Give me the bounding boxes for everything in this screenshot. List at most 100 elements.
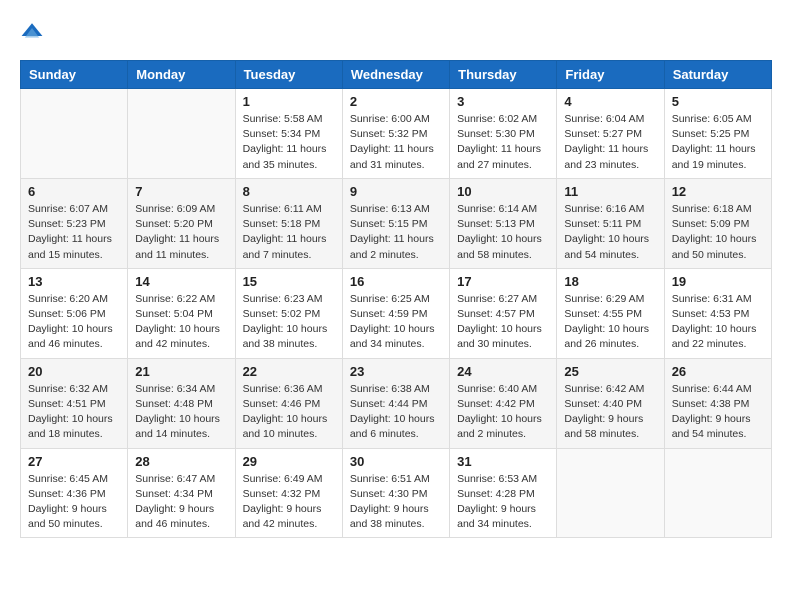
- day-number: 12: [672, 184, 764, 199]
- calendar-table: SundayMondayTuesdayWednesdayThursdayFrid…: [20, 60, 772, 538]
- day-number: 9: [350, 184, 442, 199]
- day-number: 27: [28, 454, 120, 469]
- logo-icon: [20, 20, 44, 44]
- cell-info: Sunrise: 6:49 AM Sunset: 4:32 PM Dayligh…: [243, 472, 335, 533]
- calendar-cell: 4 Sunrise: 6:04 AM Sunset: 5:27 PM Daylig…: [557, 89, 664, 179]
- calendar-cell: 22 Sunrise: 6:36 AM Sunset: 4:46 PM Dayli…: [235, 358, 342, 448]
- cell-info: Sunrise: 6:16 AM Sunset: 5:11 PM Dayligh…: [564, 202, 656, 263]
- day-number: 29: [243, 454, 335, 469]
- cell-info: Sunrise: 6:38 AM Sunset: 4:44 PM Dayligh…: [350, 382, 442, 443]
- cell-info: Sunrise: 6:32 AM Sunset: 4:51 PM Dayligh…: [28, 382, 120, 443]
- calendar-cell: 31 Sunrise: 6:53 AM Sunset: 4:28 PM Dayli…: [450, 448, 557, 538]
- cell-info: Sunrise: 6:31 AM Sunset: 4:53 PM Dayligh…: [672, 292, 764, 353]
- calendar-cell: 8 Sunrise: 6:11 AM Sunset: 5:18 PM Daylig…: [235, 178, 342, 268]
- day-number: 31: [457, 454, 549, 469]
- cell-info: Sunrise: 6:40 AM Sunset: 4:42 PM Dayligh…: [457, 382, 549, 443]
- calendar-cell: 27Sunrise: 6:45 AM Sunset: 4:36 PM Dayli…: [21, 448, 128, 538]
- calendar-week-row: 1 Sunrise: 5:58 AM Sunset: 5:34 PM Daylig…: [21, 89, 772, 179]
- calendar-cell: [21, 89, 128, 179]
- calendar-week-row: 27Sunrise: 6:45 AM Sunset: 4:36 PM Dayli…: [21, 448, 772, 538]
- calendar-cell: 23 Sunrise: 6:38 AM Sunset: 4:44 PM Dayli…: [342, 358, 449, 448]
- calendar-cell: 18Sunrise: 6:29 AM Sunset: 4:55 PM Dayli…: [557, 268, 664, 358]
- calendar-cell: 6 Sunrise: 6:07 AM Sunset: 5:23 PM Daylig…: [21, 178, 128, 268]
- day-number: 22: [243, 364, 335, 379]
- calendar-header-row: SundayMondayTuesdayWednesdayThursdayFrid…: [21, 61, 772, 89]
- calendar-cell: 11 Sunrise: 6:16 AM Sunset: 5:11 PM Dayli…: [557, 178, 664, 268]
- column-header-thursday: Thursday: [450, 61, 557, 89]
- logo: [20, 20, 48, 44]
- day-number: 3: [457, 94, 549, 109]
- day-number: 20: [28, 364, 120, 379]
- cell-info: Sunrise: 6:11 AM Sunset: 5:18 PM Dayligh…: [243, 202, 335, 263]
- day-number: 14: [135, 274, 227, 289]
- calendar-cell: 2 Sunrise: 6:00 AM Sunset: 5:32 PM Daylig…: [342, 89, 449, 179]
- column-header-wednesday: Wednesday: [342, 61, 449, 89]
- page-header: [20, 20, 772, 44]
- day-number: 6: [28, 184, 120, 199]
- day-number: 7: [135, 184, 227, 199]
- cell-info: Sunrise: 6:34 AM Sunset: 4:48 PM Dayligh…: [135, 382, 227, 443]
- calendar-cell: 30 Sunrise: 6:51 AM Sunset: 4:30 PM Dayli…: [342, 448, 449, 538]
- day-number: 1: [243, 94, 335, 109]
- day-number: 24: [457, 364, 549, 379]
- calendar-cell: 15 Sunrise: 6:23 AM Sunset: 5:02 PM Dayli…: [235, 268, 342, 358]
- cell-info: Sunrise: 6:23 AM Sunset: 5:02 PM Dayligh…: [243, 292, 335, 353]
- calendar-week-row: 13Sunrise: 6:20 AM Sunset: 5:06 PM Dayli…: [21, 268, 772, 358]
- calendar-cell: 12Sunrise: 6:18 AM Sunset: 5:09 PM Dayli…: [664, 178, 771, 268]
- cell-info: Sunrise: 6:14 AM Sunset: 5:13 PM Dayligh…: [457, 202, 549, 263]
- day-number: 25: [564, 364, 656, 379]
- day-number: 10: [457, 184, 549, 199]
- calendar-cell: 14Sunrise: 6:22 AM Sunset: 5:04 PM Dayli…: [128, 268, 235, 358]
- cell-info: Sunrise: 6:44 AM Sunset: 4:38 PM Dayligh…: [672, 382, 764, 443]
- column-header-sunday: Sunday: [21, 61, 128, 89]
- cell-info: Sunrise: 6:05 AM Sunset: 5:25 PM Dayligh…: [672, 112, 764, 173]
- calendar-cell: [128, 89, 235, 179]
- day-number: 26: [672, 364, 764, 379]
- cell-info: Sunrise: 6:09 AM Sunset: 5:20 PM Dayligh…: [135, 202, 227, 263]
- calendar-cell: 3Sunrise: 6:02 AM Sunset: 5:30 PM Daylig…: [450, 89, 557, 179]
- cell-info: Sunrise: 6:27 AM Sunset: 4:57 PM Dayligh…: [457, 292, 549, 353]
- calendar-cell: 17 Sunrise: 6:27 AM Sunset: 4:57 PM Dayli…: [450, 268, 557, 358]
- cell-info: Sunrise: 6:04 AM Sunset: 5:27 PM Dayligh…: [564, 112, 656, 173]
- day-number: 21: [135, 364, 227, 379]
- day-number: 2: [350, 94, 442, 109]
- calendar-cell: 5Sunrise: 6:05 AM Sunset: 5:25 PM Daylig…: [664, 89, 771, 179]
- column-header-tuesday: Tuesday: [235, 61, 342, 89]
- cell-info: Sunrise: 6:51 AM Sunset: 4:30 PM Dayligh…: [350, 472, 442, 533]
- day-number: 18: [564, 274, 656, 289]
- day-number: 30: [350, 454, 442, 469]
- calendar-cell: 28 Sunrise: 6:47 AM Sunset: 4:34 PM Dayli…: [128, 448, 235, 538]
- cell-info: Sunrise: 6:47 AM Sunset: 4:34 PM Dayligh…: [135, 472, 227, 533]
- cell-info: Sunrise: 6:53 AM Sunset: 4:28 PM Dayligh…: [457, 472, 549, 533]
- calendar-cell: 20 Sunrise: 6:32 AM Sunset: 4:51 PM Dayli…: [21, 358, 128, 448]
- calendar-cell: [664, 448, 771, 538]
- cell-info: Sunrise: 6:42 AM Sunset: 4:40 PM Dayligh…: [564, 382, 656, 443]
- day-number: 8: [243, 184, 335, 199]
- cell-info: Sunrise: 6:13 AM Sunset: 5:15 PM Dayligh…: [350, 202, 442, 263]
- column-header-monday: Monday: [128, 61, 235, 89]
- cell-info: Sunrise: 6:20 AM Sunset: 5:06 PM Dayligh…: [28, 292, 120, 353]
- calendar-cell: 29 Sunrise: 6:49 AM Sunset: 4:32 PM Dayli…: [235, 448, 342, 538]
- cell-info: Sunrise: 6:07 AM Sunset: 5:23 PM Dayligh…: [28, 202, 120, 263]
- day-number: 11: [564, 184, 656, 199]
- day-number: 23: [350, 364, 442, 379]
- calendar-cell: 13Sunrise: 6:20 AM Sunset: 5:06 PM Dayli…: [21, 268, 128, 358]
- calendar-cell: [557, 448, 664, 538]
- cell-info: Sunrise: 6:36 AM Sunset: 4:46 PM Dayligh…: [243, 382, 335, 443]
- column-header-saturday: Saturday: [664, 61, 771, 89]
- day-number: 19: [672, 274, 764, 289]
- day-number: 28: [135, 454, 227, 469]
- calendar-cell: 26 Sunrise: 6:44 AM Sunset: 4:38 PM Dayli…: [664, 358, 771, 448]
- calendar-cell: 9 Sunrise: 6:13 AM Sunset: 5:15 PM Daylig…: [342, 178, 449, 268]
- cell-info: Sunrise: 6:00 AM Sunset: 5:32 PM Dayligh…: [350, 112, 442, 173]
- cell-info: Sunrise: 6:25 AM Sunset: 4:59 PM Dayligh…: [350, 292, 442, 353]
- calendar-cell: 21 Sunrise: 6:34 AM Sunset: 4:48 PM Dayli…: [128, 358, 235, 448]
- calendar-cell: 16Sunrise: 6:25 AM Sunset: 4:59 PM Dayli…: [342, 268, 449, 358]
- calendar-cell: 19 Sunrise: 6:31 AM Sunset: 4:53 PM Dayli…: [664, 268, 771, 358]
- day-number: 17: [457, 274, 549, 289]
- calendar-week-row: 6 Sunrise: 6:07 AM Sunset: 5:23 PM Daylig…: [21, 178, 772, 268]
- calendar-cell: 1 Sunrise: 5:58 AM Sunset: 5:34 PM Daylig…: [235, 89, 342, 179]
- cell-info: Sunrise: 5:58 AM Sunset: 5:34 PM Dayligh…: [243, 112, 335, 173]
- day-number: 15: [243, 274, 335, 289]
- day-number: 4: [564, 94, 656, 109]
